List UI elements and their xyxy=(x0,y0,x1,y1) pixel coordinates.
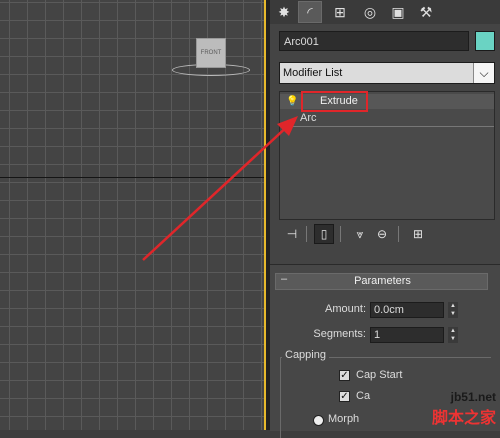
watermark-subtitle: 脚本之家 xyxy=(431,410,496,427)
watermark: jb51.net 脚本之家 xyxy=(432,390,496,428)
annotation-arrow xyxy=(142,116,298,261)
annotation-arrow-shaft xyxy=(142,123,291,261)
watermark-url: jb51.net xyxy=(450,390,496,404)
